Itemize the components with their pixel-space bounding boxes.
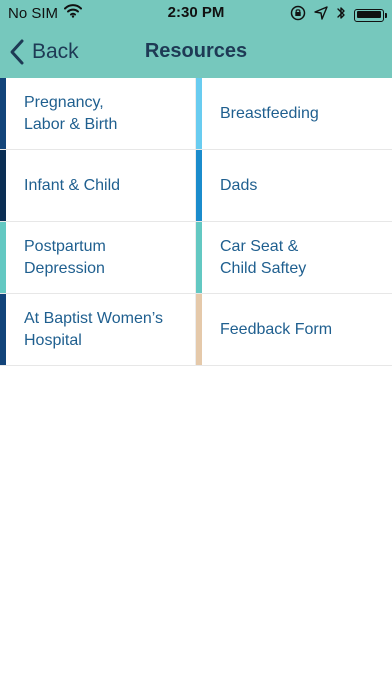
resource-item-baptist-womens-hospital[interactable]: At Baptist Women’s Hospital bbox=[0, 294, 196, 366]
back-button[interactable]: Back bbox=[8, 38, 79, 66]
resource-label: Pregnancy, Labor & Birth bbox=[24, 93, 118, 133]
resource-item-breastfeeding[interactable]: Breastfeeding bbox=[196, 78, 392, 150]
resource-color-bar bbox=[0, 78, 6, 149]
resource-label: At Baptist Women’s Hospital bbox=[24, 309, 164, 349]
resource-label: Postpartum Depression bbox=[24, 237, 106, 277]
lock-rotation-icon bbox=[290, 5, 306, 25]
top-bar: No SIM 2:30 PM Back Resources bbox=[0, 0, 392, 78]
resource-color-bar bbox=[196, 294, 202, 365]
battery-icon bbox=[354, 8, 387, 22]
status-bar: No SIM 2:30 PM bbox=[0, 0, 392, 28]
resource-color-bar bbox=[196, 150, 202, 221]
chevron-left-icon bbox=[10, 39, 24, 65]
resource-color-bar bbox=[0, 294, 6, 365]
resource-item-car-seat-child-safety[interactable]: Car Seat & Child Saftey bbox=[196, 222, 392, 294]
resource-label: Dads bbox=[220, 176, 258, 194]
back-label: Back bbox=[32, 40, 79, 63]
resource-label: Feedback Form bbox=[220, 320, 333, 338]
resource-color-bar bbox=[0, 222, 6, 293]
resource-color-bar bbox=[196, 78, 202, 149]
navigation-bar: Back Resources bbox=[0, 28, 392, 78]
resource-item-postpartum-depression[interactable]: Postpartum Depression bbox=[0, 222, 196, 294]
resource-item-infant-child[interactable]: Infant & Child bbox=[0, 150, 196, 222]
resource-item-pregnancy-labor-birth[interactable]: Pregnancy, Labor & Birth bbox=[0, 78, 196, 150]
resource-item-dads[interactable]: Dads bbox=[196, 150, 392, 222]
bluetooth-icon bbox=[336, 5, 346, 25]
resource-label: Breastfeeding bbox=[220, 104, 319, 122]
battery-level bbox=[356, 11, 381, 18]
resource-label: Car Seat & Child Saftey bbox=[220, 237, 307, 277]
resource-color-bar bbox=[196, 222, 202, 293]
resources-screen: No SIM 2:30 PM Back Resources Pregnancy,… bbox=[0, 0, 392, 696]
resource-color-bar bbox=[0, 150, 6, 221]
resource-item-feedback-form[interactable]: Feedback Form bbox=[196, 294, 392, 366]
status-right bbox=[290, 5, 387, 25]
resource-label: Infant & Child bbox=[24, 176, 121, 194]
location-icon bbox=[314, 6, 328, 24]
resources-grid: Pregnancy, Labor & Birth Breastfeeding I… bbox=[0, 78, 392, 366]
